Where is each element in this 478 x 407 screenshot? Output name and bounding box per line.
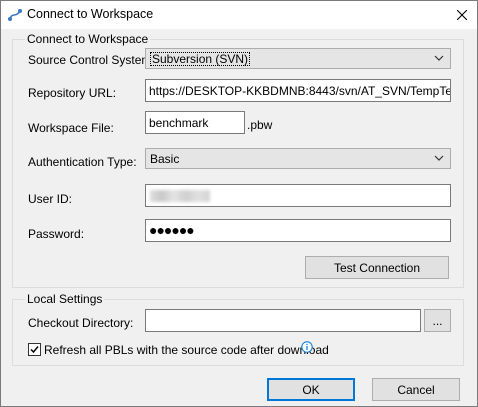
browse-button[interactable]: ... — [424, 309, 451, 332]
workspace-file-label: Workspace File: — [28, 121, 114, 135]
test-connection-button[interactable]: Test Connection — [305, 256, 449, 279]
connect-to-workspace-dialog: Connect to Workspace Connect to Workspac… — [0, 0, 478, 407]
source-control-label: Source Control System: — [28, 53, 155, 67]
user-id-label: User ID: — [28, 192, 73, 206]
refresh-pbls-label[interactable]: Refresh all PBLs with the source code af… — [44, 343, 329, 357]
repository-url-value: https://DESKTOP-KKBDMNB:8443/svn/AT_SVN/… — [149, 84, 451, 98]
user-id-field[interactable] — [145, 184, 451, 207]
repository-url-field[interactable]: https://DESKTOP-KKBDMNB:8443/svn/AT_SVN/… — [145, 79, 451, 102]
browse-label: ... — [432, 313, 443, 328]
checkout-directory-field[interactable] — [145, 309, 421, 332]
source-control-select[interactable]: Subversion (SVN) — [145, 48, 451, 69]
chevron-down-icon — [434, 155, 444, 161]
workspace-file-field[interactable]: benchmark — [145, 111, 245, 134]
auth-type-select[interactable]: Basic — [145, 148, 451, 169]
password-value: ●●●●●● — [149, 222, 195, 238]
checkmark-icon — [30, 346, 39, 354]
title-bar: Connect to Workspace — [1, 1, 477, 29]
source-control-value: Subversion (SVN) — [150, 52, 251, 66]
repository-url-label: Repository URL: — [28, 86, 117, 100]
cancel-label: Cancel — [397, 382, 435, 397]
window-title: Connect to Workspace — [27, 7, 154, 21]
close-button[interactable] — [447, 1, 477, 29]
local-settings-legend: Local Settings — [25, 292, 105, 306]
connect-group-legend: Connect to Workspace — [25, 32, 151, 46]
workspace-file-value: benchmark — [149, 116, 209, 130]
redacted-user-id — [150, 190, 210, 202]
test-connection-label: Test Connection — [333, 260, 421, 275]
close-icon — [457, 10, 467, 20]
workspace-file-extension: .pbw — [247, 118, 273, 132]
checkout-directory-label: Checkout Directory: — [28, 316, 134, 330]
cancel-button[interactable]: Cancel — [372, 378, 460, 401]
password-label: Password: — [28, 227, 85, 241]
ok-button[interactable]: OK — [267, 378, 355, 401]
password-field[interactable]: ●●●●●● — [145, 219, 451, 242]
refresh-pbls-checkbox[interactable] — [28, 343, 41, 356]
workspace-connect-icon — [8, 9, 22, 21]
ok-label: OK — [302, 382, 320, 397]
chevron-down-icon — [434, 55, 444, 61]
auth-type-label: Authentication Type: — [28, 155, 137, 169]
auth-type-value: Basic — [150, 152, 180, 166]
info-icon[interactable] — [301, 341, 313, 353]
